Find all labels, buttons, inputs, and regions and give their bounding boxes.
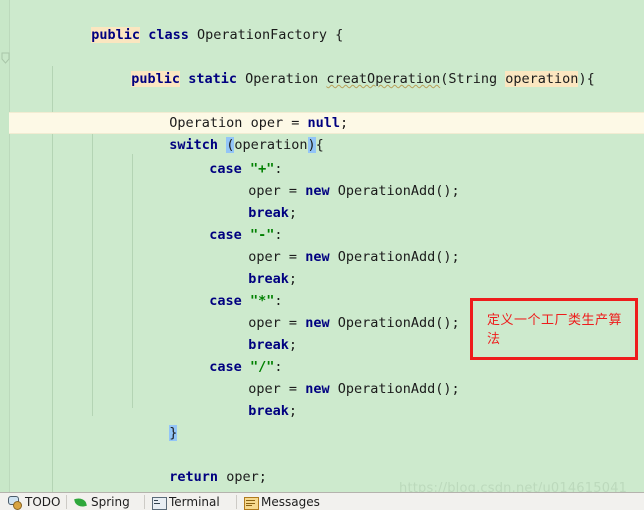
token-keyword-return: return	[169, 469, 219, 485]
token-param-operation: operation	[505, 71, 579, 87]
terminal-icon	[152, 496, 167, 510]
code-line: break;	[248, 403, 298, 419]
code-line: case "+":	[209, 161, 283, 177]
code-text[interactable]: public class OperationFactory { public s…	[0, 0, 644, 492]
code-line: return oper;	[169, 469, 267, 485]
code-line: case "-":	[209, 227, 283, 243]
code-line: switch (operation){	[169, 137, 324, 153]
leaf-icon	[74, 496, 87, 509]
token-type-operation: Operation	[245, 71, 319, 87]
status-separator	[66, 495, 67, 509]
code-line: oper = new OperationAdd();	[248, 183, 460, 199]
annotation-text: 定义一个工厂类生产算法	[487, 313, 623, 347]
status-item-label: Messages	[261, 495, 320, 509]
status-item-todo[interactable]: TODO	[8, 493, 60, 511]
token-var-oper: oper	[226, 469, 259, 485]
todo-icon	[8, 495, 22, 510]
token-method-creatoperation: creatOperation	[326, 71, 441, 87]
code-line: Operation oper = null;	[169, 115, 349, 131]
brace-match-switch-close: }	[169, 425, 178, 441]
code-line: case "*":	[209, 293, 283, 309]
status-item-label: Terminal	[169, 495, 220, 509]
code-line: public class OperationFactory {	[91, 27, 344, 43]
status-item-messages[interactable]: Messages	[244, 493, 320, 511]
annotation-box: 定义一个工厂类生产算法	[470, 298, 638, 360]
code-line: oper = new OperationAdd();	[248, 249, 460, 265]
code-line: public static Operation creatOperation(S…	[131, 71, 595, 87]
token-keyword-static: static	[188, 71, 237, 87]
token-class-operationfactory: OperationFactory	[196, 27, 328, 43]
token-keyword-public: public	[131, 71, 181, 87]
code-line: break;	[248, 205, 298, 221]
status-item-spring[interactable]: Spring	[74, 493, 130, 511]
status-item-label: TODO	[25, 495, 61, 509]
token-type-string: String	[448, 71, 498, 87]
token-keyword-public: public	[91, 27, 141, 43]
token-keyword-class: class	[148, 27, 189, 43]
status-separator	[236, 495, 237, 509]
watermark: https://blog.csdn.net/u014615041	[399, 481, 628, 492]
status-item-label: Spring	[91, 495, 130, 509]
ide-window: public class OperationFactory { public s…	[0, 0, 644, 510]
code-editor-area[interactable]: public class OperationFactory { public s…	[0, 0, 644, 492]
status-item-terminal[interactable]: Terminal	[152, 493, 220, 511]
messages-icon	[244, 496, 259, 510]
status-separator	[144, 495, 145, 509]
status-bar[interactable]: TODO Spring Terminal Messages	[0, 492, 644, 510]
code-line: }	[0, 400, 644, 441]
code-line: break;	[248, 271, 298, 287]
